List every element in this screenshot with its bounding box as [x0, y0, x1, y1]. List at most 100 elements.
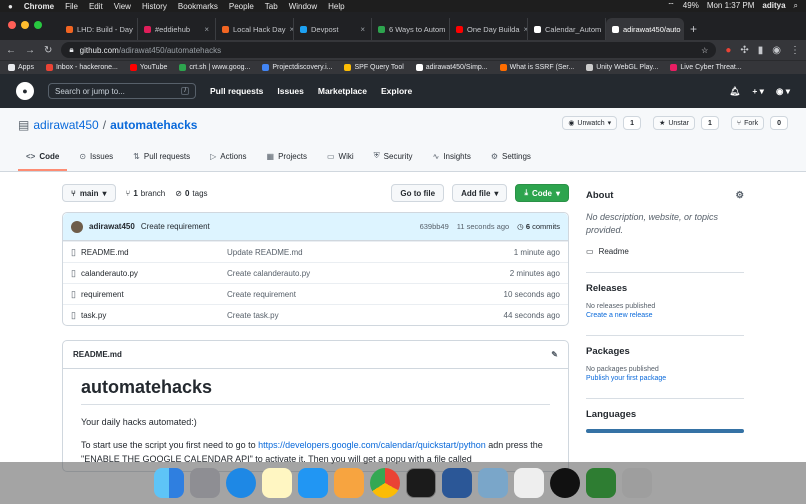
address-bar[interactable]: 🔒︎ github.com/adirawat450/automatehacks … — [61, 42, 717, 58]
avatar[interactable] — [71, 220, 83, 233]
menu-tab[interactable]: Tab — [265, 2, 278, 11]
bookmark-item[interactable]: What is SSRF (Ser... — [499, 64, 574, 71]
battery-status[interactable]: 49% — [683, 1, 699, 11]
terminal-icon[interactable] — [406, 468, 436, 498]
menu-bookmarks[interactable]: Bookmarks — [178, 2, 218, 11]
tab-issues[interactable]: ⊙ Issues — [71, 151, 121, 171]
packages-heading[interactable]: Packages — [586, 346, 744, 357]
tags-link[interactable]: ⊘ 0 tags — [175, 189, 207, 198]
create-new-button[interactable]: + ▾ — [752, 86, 764, 97]
tab-code[interactable]: <> Code — [18, 151, 68, 171]
browser-tab[interactable]: Calendar_Autom× — [528, 18, 606, 40]
gear-icon[interactable]: ⚙ — [735, 190, 744, 201]
more-menu-icon[interactable]: ⋮ — [790, 45, 800, 56]
search-icon[interactable]: ⌕ — [794, 1, 798, 11]
watch-count[interactable]: 1 — [623, 116, 642, 130]
menu-help[interactable]: Help — [328, 2, 344, 11]
tab-insights[interactable]: ∿ Insights — [425, 151, 479, 171]
github-logo-icon[interactable]: ● — [16, 82, 34, 100]
profile-avatar[interactable]: ◉ — [772, 45, 781, 56]
bookmark-item[interactable]: adirawat450/Simp... — [415, 64, 488, 71]
reload-icon[interactable]: ↻ — [44, 45, 52, 56]
browser-tab[interactable]: One Day Builda × — [450, 18, 528, 40]
tab-projects[interactable]: ▦ Projects — [259, 151, 315, 171]
file-row[interactable]: ▯ requirement Create requirement 10 seconds… — [63, 283, 568, 304]
keynote-icon[interactable] — [298, 468, 328, 498]
fork-count[interactable]: 0 — [770, 116, 788, 130]
readme-link[interactable]: ▭ Readme — [586, 247, 744, 256]
publish-package-link[interactable]: Publish your first package — [586, 375, 744, 382]
extension-icon[interactable]: ● — [725, 45, 731, 56]
launchpad-icon[interactable] — [190, 468, 220, 498]
forward-icon[interactable]: → — [25, 45, 35, 56]
preview-icon[interactable] — [478, 468, 508, 498]
app-menu[interactable]: Chrome — [24, 2, 54, 11]
browser-tab[interactable]: #eddiehub × — [138, 18, 216, 40]
bookmark-item[interactable]: Unity WebGL Play... — [586, 64, 658, 71]
commit-message[interactable]: Create requirement — [141, 222, 210, 231]
browser-tab[interactable]: 6 Ways to Autom× — [372, 18, 450, 40]
new-tab-button[interactable]: + — [684, 18, 703, 40]
bookmark-item[interactable]: Apps — [8, 64, 34, 71]
create-release-link[interactable]: Create a new release — [586, 312, 744, 319]
repo-owner-link[interactable]: adirawat450 — [33, 118, 98, 132]
bookmark-icon[interactable]: ▮ — [758, 45, 764, 56]
nav-explore[interactable]: Explore — [381, 86, 412, 96]
user-name[interactable]: aditya — [762, 1, 785, 11]
unwatch-button[interactable]: ◉ Unwatch ▾ — [562, 116, 618, 130]
releases-heading[interactable]: Releases — [586, 283, 744, 294]
tab-settings[interactable]: ⚙ Settings — [483, 151, 539, 171]
menu-file[interactable]: File — [65, 2, 78, 11]
apple-icon[interactable]: ● — [8, 2, 13, 11]
user-avatar[interactable]: ◉ ▾ — [776, 86, 790, 97]
nav-pull-requests[interactable]: Pull requests — [210, 86, 263, 96]
bookmark-item[interactable]: Inbox - hackerone... — [45, 64, 118, 71]
unstar-button[interactable]: ★ Unstar — [653, 116, 695, 130]
commit-author[interactable]: adirawat450 — [89, 222, 135, 231]
safari-icon[interactable] — [226, 468, 256, 498]
bookmark-item[interactable]: Live Cyber Threat... — [670, 64, 742, 71]
virtualbox-icon[interactable] — [442, 468, 472, 498]
bookmark-item[interactable]: Projectdiscovery.i... — [262, 64, 332, 71]
app-icon[interactable] — [550, 468, 580, 498]
tab-pull-requests[interactable]: ⇅ Pull requests — [125, 151, 198, 171]
bookmark-item[interactable]: SPF Query Tool — [344, 64, 404, 71]
menu-window[interactable]: Window — [289, 2, 317, 11]
repo-name-link[interactable]: automatehacks — [110, 118, 197, 132]
code-button[interactable]: ⤓ Code ▾ — [515, 184, 569, 202]
tab-security[interactable]: ⛨ Security — [366, 151, 421, 171]
pages-icon[interactable] — [334, 468, 364, 498]
wifi-icon[interactable]: ⌔ — [667, 1, 675, 11]
tab-wiki[interactable]: ▭ Wiki — [319, 151, 362, 171]
extensions-puzzle-icon[interactable]: ✣ — [740, 45, 748, 56]
file-row[interactable]: ▯ README.md Update README.md 1 minute ago — [63, 241, 568, 262]
clock[interactable]: Mon 1:37 PM — [707, 1, 755, 11]
branch-select[interactable]: ⑂ main ▾ — [62, 184, 116, 202]
browser-tab[interactable]: LHD: Build - Day× — [60, 18, 138, 40]
edit-pencil-icon[interactable]: ✎ — [551, 350, 558, 359]
trash-icon[interactable] — [622, 468, 652, 498]
app-icon[interactable] — [586, 468, 616, 498]
file-row[interactable]: ▯ task.py Create task.py 44 seconds ago — [63, 304, 568, 325]
browser-tab[interactable]: Devpost × — [294, 18, 372, 40]
commits-link[interactable]: ◷ 6 commits — [517, 222, 560, 231]
browser-tab-active[interactable]: adirawat450/auto× — [606, 18, 684, 40]
menu-view[interactable]: View — [114, 2, 131, 11]
bell-icon[interactable]: 🔔︎ — [730, 86, 741, 97]
star-count[interactable]: 1 — [700, 116, 719, 130]
close-tab-icon[interactable]: × — [204, 25, 209, 34]
notes-icon[interactable] — [262, 468, 292, 498]
browser-tab[interactable]: Local Hack Day × — [216, 18, 294, 40]
textedit-icon[interactable] — [514, 468, 544, 498]
close-tab-icon[interactable]: × — [360, 25, 365, 34]
add-file-button[interactable]: Add file ▾ — [452, 184, 508, 202]
readme-link[interactable]: https://developers.google.com/calendar/q… — [258, 440, 486, 450]
close-window-button[interactable] — [8, 21, 16, 29]
menu-history[interactable]: History — [142, 2, 167, 11]
bookmark-item[interactable]: YouTube — [129, 64, 167, 71]
branches-link[interactable]: ⑂ 1 branch — [126, 189, 166, 198]
star-bookmark-icon[interactable]: ☆ — [701, 46, 708, 55]
menu-edit[interactable]: Edit — [89, 2, 103, 11]
nav-marketplace[interactable]: Marketplace — [318, 86, 367, 96]
tab-actions[interactable]: ▷ Actions — [202, 151, 254, 171]
